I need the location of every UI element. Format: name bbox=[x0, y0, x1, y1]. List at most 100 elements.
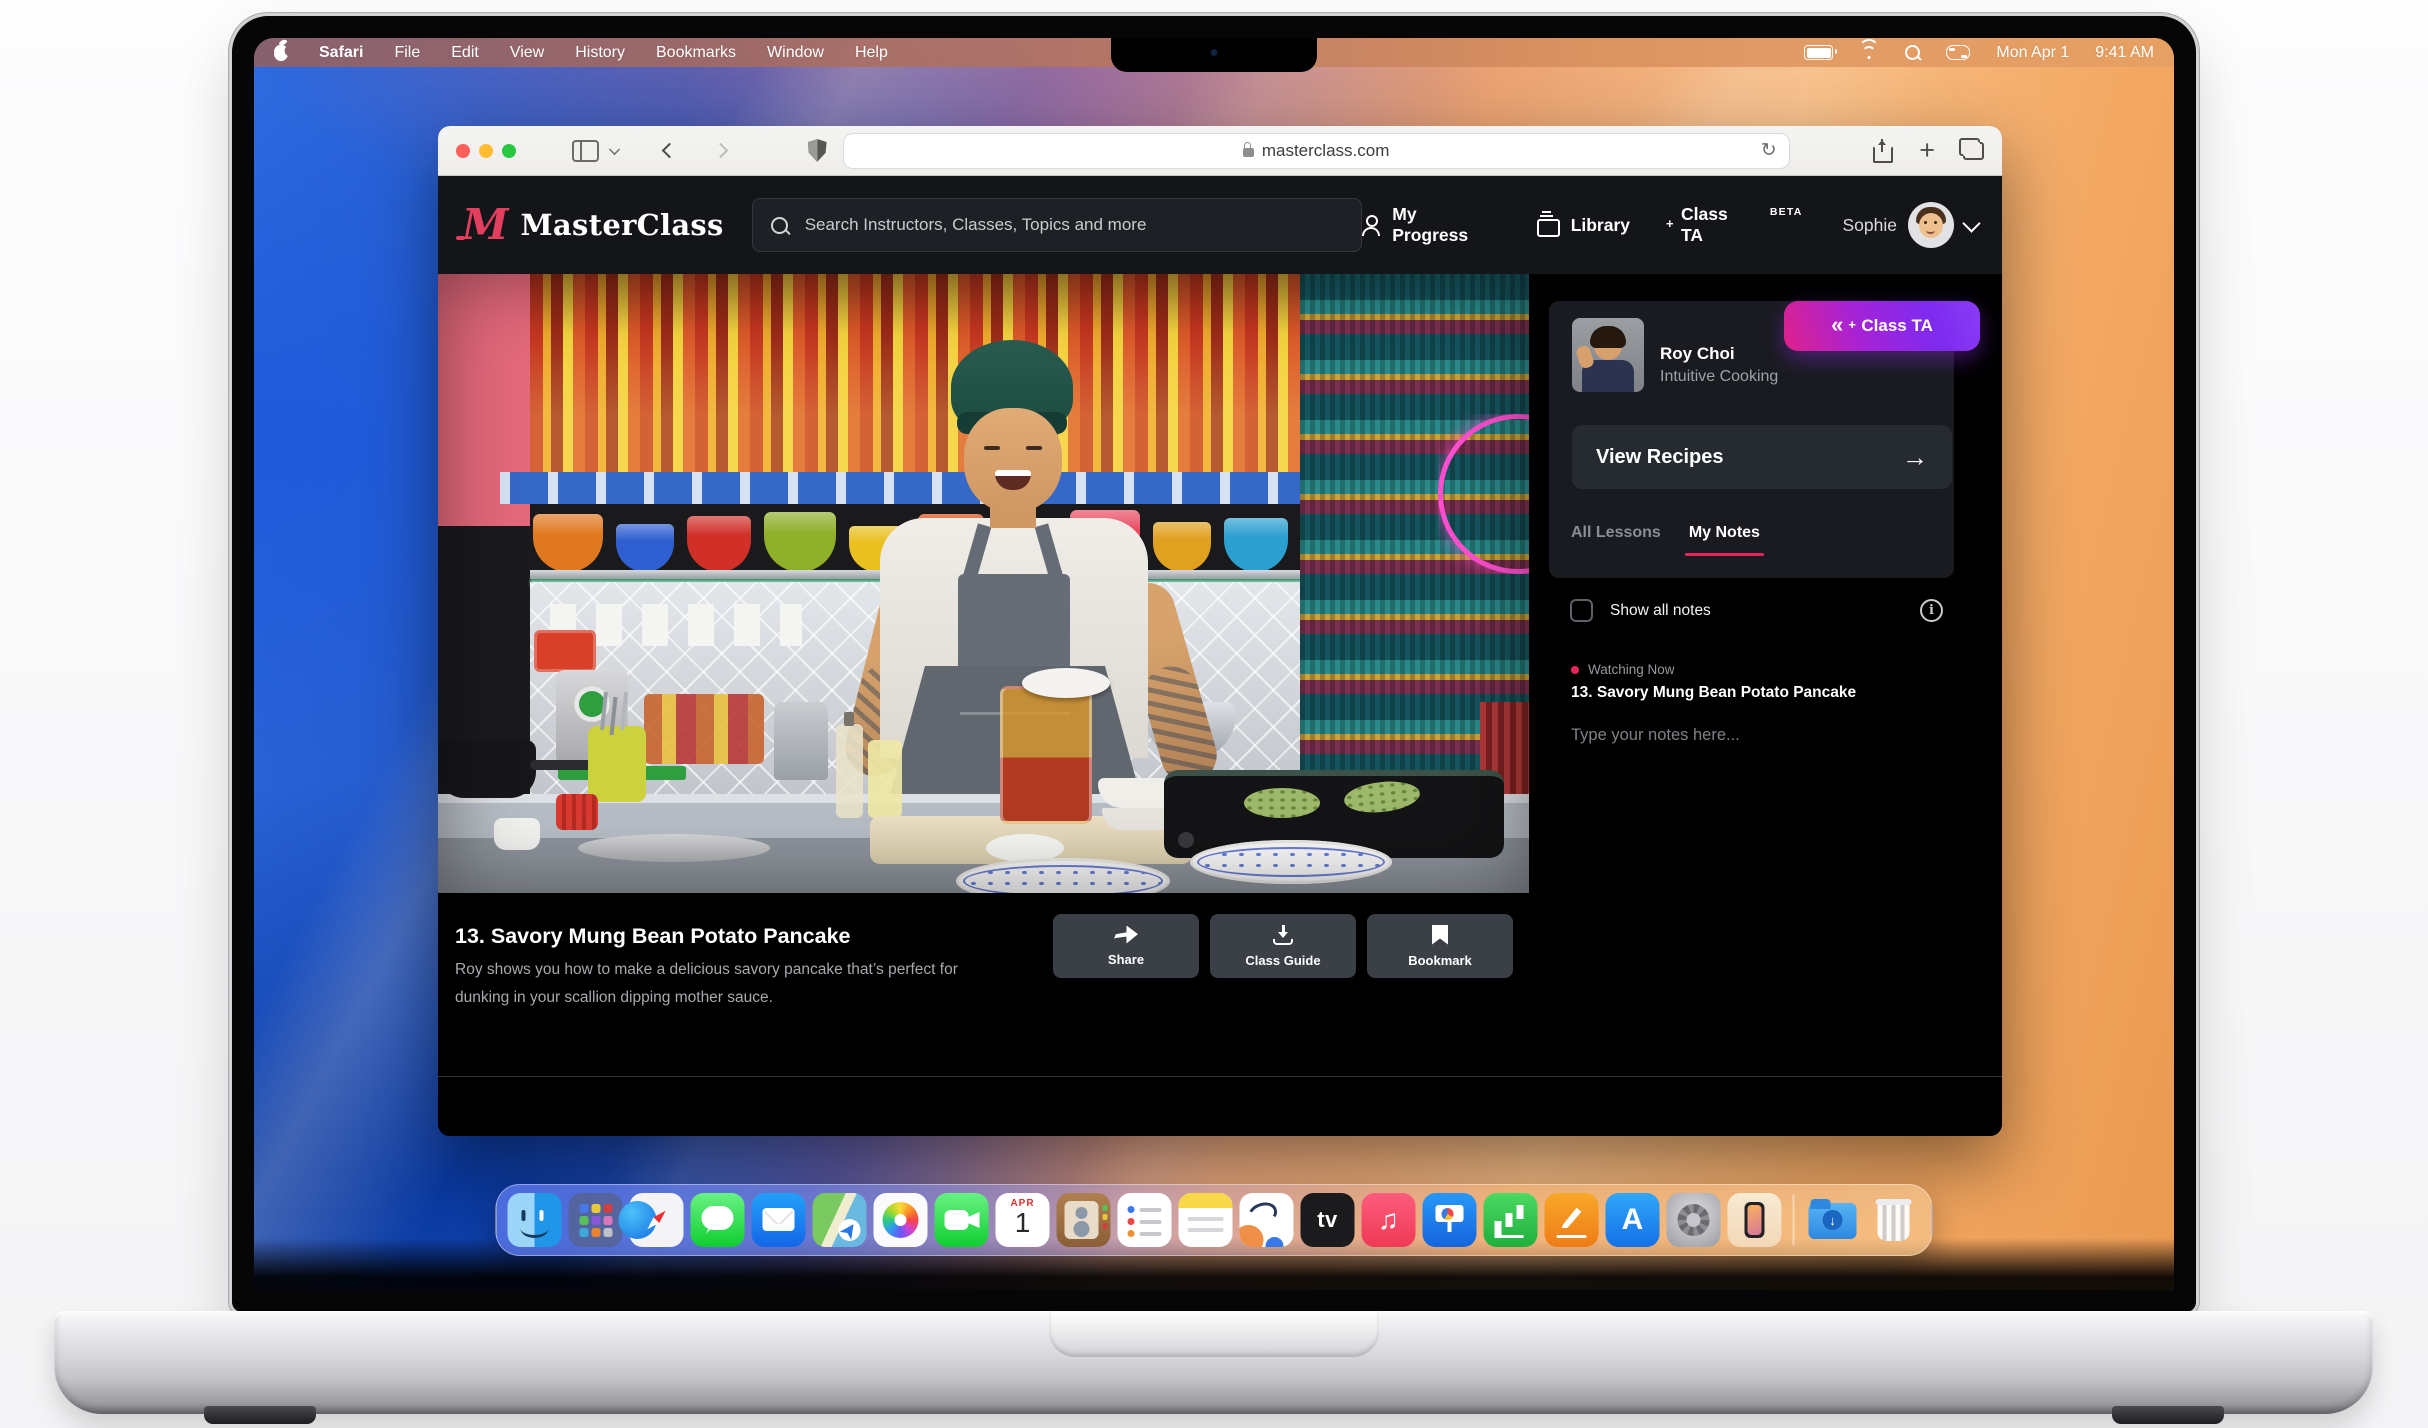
menu-app-safari[interactable]: Safari bbox=[319, 44, 363, 62]
masterclass-header: MasterClass My Progress Library bbox=[438, 176, 2002, 274]
nav-class-ta[interactable]: Class TA BETA bbox=[1670, 204, 1802, 246]
avatar[interactable] bbox=[1908, 202, 1954, 248]
dock-maps-icon[interactable] bbox=[813, 1193, 867, 1247]
menu-help[interactable]: Help bbox=[855, 44, 888, 62]
nav-my-progress[interactable]: My Progress bbox=[1362, 204, 1496, 246]
nav-library[interactable]: Library bbox=[1537, 213, 1630, 237]
lesson-description: Roy shows you how to make a delicious sa… bbox=[455, 956, 1015, 1012]
dock-pages-icon[interactable] bbox=[1545, 1193, 1599, 1247]
view-recipes-button[interactable]: View Recipes bbox=[1572, 425, 1952, 489]
tab-all-lessons[interactable]: All Lessons bbox=[1571, 524, 1661, 542]
dock-keynote-icon[interactable] bbox=[1423, 1193, 1477, 1247]
dock-iphone-mirroring-icon[interactable] bbox=[1728, 1193, 1782, 1247]
menu-bookmarks[interactable]: Bookmarks bbox=[656, 44, 736, 62]
search-input[interactable] bbox=[803, 214, 1344, 236]
dock-settings-icon[interactable] bbox=[1667, 1193, 1721, 1247]
info-icon[interactable] bbox=[1920, 599, 1943, 622]
collapse-icon bbox=[1831, 314, 1843, 336]
dock-safari-icon[interactable] bbox=[630, 1193, 684, 1247]
tab-overview-icon[interactable] bbox=[1963, 142, 1984, 160]
dock-messages-icon[interactable] bbox=[691, 1193, 745, 1247]
macbook-foot bbox=[2112, 1406, 2224, 1424]
close-window-button[interactable] bbox=[456, 144, 470, 158]
menu-file[interactable]: File bbox=[394, 44, 420, 62]
dock-photos-icon[interactable] bbox=[874, 1193, 928, 1247]
minimize-window-button[interactable] bbox=[479, 144, 493, 158]
dock-reminders-icon[interactable] bbox=[1118, 1193, 1172, 1247]
share-icon[interactable] bbox=[1871, 138, 1893, 164]
battery-icon[interactable] bbox=[1804, 45, 1833, 60]
address-bar[interactable]: masterclass.com bbox=[843, 133, 1790, 169]
dock-freeform-icon[interactable] bbox=[1240, 1193, 1294, 1247]
wifi-icon[interactable] bbox=[1859, 45, 1879, 60]
masterclass-nav: My Progress Library Class TA BETA So bbox=[1362, 202, 1978, 248]
sidebar-toggle-icon[interactable] bbox=[572, 140, 599, 162]
macos-desktop: Safari File Edit View History Bookmarks … bbox=[254, 38, 2174, 1290]
dock-appletv-icon[interactable]: tv bbox=[1301, 1193, 1355, 1247]
section-divider bbox=[438, 1076, 2002, 1077]
nav-account[interactable]: Sophie bbox=[1843, 202, 1979, 248]
dock-trash-icon[interactable] bbox=[1867, 1193, 1921, 1247]
masterclass-content: Roy Choi Intuitive Cooking Class TA View… bbox=[438, 274, 2002, 1136]
privacy-shield-icon[interactable] bbox=[808, 139, 827, 162]
macos-dock: APR 1 tv bbox=[496, 1184, 1933, 1256]
dock-contacts-icon[interactable] bbox=[1057, 1193, 1111, 1247]
tab-my-notes[interactable]: My Notes bbox=[1689, 524, 1760, 542]
username-label: Sophie bbox=[1843, 215, 1898, 236]
dock-finder-icon[interactable] bbox=[508, 1193, 562, 1247]
site-search[interactable] bbox=[752, 198, 1363, 252]
panel-tabs: All Lessons My Notes bbox=[1571, 524, 1760, 542]
menubar-date[interactable]: Mon Apr 1 bbox=[1996, 44, 2069, 62]
class-ta-button[interactable]: Class TA bbox=[1784, 301, 1980, 351]
show-all-notes-checkbox[interactable] bbox=[1570, 599, 1593, 622]
macbook-base bbox=[54, 1311, 2373, 1414]
dock-numbers-icon[interactable] bbox=[1484, 1193, 1538, 1247]
dock-calendar-icon[interactable]: APR 1 bbox=[996, 1193, 1050, 1247]
dock-separator bbox=[1793, 1194, 1795, 1246]
class-ta-label: Class TA bbox=[1681, 204, 1754, 246]
menu-view[interactable]: View bbox=[510, 44, 544, 62]
dock-mail-icon[interactable] bbox=[752, 1193, 806, 1247]
new-tab-icon[interactable] bbox=[1919, 137, 1935, 164]
zoom-window-button[interactable] bbox=[502, 144, 516, 158]
dock-facetime-icon[interactable] bbox=[935, 1193, 989, 1247]
class-guide-button[interactable]: Class Guide bbox=[1210, 914, 1356, 978]
apple-menu-icon[interactable] bbox=[274, 45, 288, 61]
library-label: Library bbox=[1571, 215, 1630, 236]
my-progress-label: My Progress bbox=[1392, 204, 1496, 246]
dock-appstore-icon[interactable] bbox=[1606, 1193, 1660, 1247]
watching-now: Watching Now bbox=[1571, 662, 1675, 677]
video-player[interactable] bbox=[438, 274, 1529, 893]
dock-downloads-icon[interactable] bbox=[1806, 1193, 1860, 1247]
spotlight-search-icon[interactable] bbox=[1905, 45, 1920, 60]
menubar-time[interactable]: 9:41 AM bbox=[2095, 44, 2154, 62]
menu-window[interactable]: Window bbox=[767, 44, 824, 62]
dock-launchpad-icon[interactable] bbox=[569, 1193, 623, 1247]
chevron-down-icon bbox=[1962, 214, 1980, 232]
reload-icon[interactable] bbox=[1761, 141, 1777, 160]
bookmark-button[interactable]: Bookmark bbox=[1367, 914, 1513, 978]
sidebar-chevron-icon[interactable] bbox=[609, 144, 620, 155]
course-name: Intuitive Cooking bbox=[1660, 368, 1778, 386]
menu-history[interactable]: History bbox=[575, 44, 625, 62]
download-icon bbox=[1271, 925, 1295, 945]
class-guide-label: Class Guide bbox=[1245, 953, 1320, 968]
search-icon bbox=[771, 217, 788, 234]
show-all-notes-row: Show all notes bbox=[1570, 599, 1711, 622]
notes-input[interactable]: Type your notes here... bbox=[1571, 726, 1740, 745]
dock-notes-icon[interactable] bbox=[1179, 1193, 1233, 1247]
share-button[interactable]: Share bbox=[1053, 914, 1199, 978]
dock-music-icon[interactable] bbox=[1362, 1193, 1416, 1247]
view-recipes-label: View Recipes bbox=[1596, 446, 1723, 469]
control-center-icon[interactable] bbox=[1946, 45, 1970, 60]
class-ta-button-label: Class TA bbox=[1861, 316, 1933, 336]
menu-edit[interactable]: Edit bbox=[451, 44, 479, 62]
masterclass-logo[interactable]: MasterClass bbox=[462, 206, 724, 244]
instructor-thumbnail bbox=[1572, 318, 1644, 392]
arrow-right-icon bbox=[1902, 444, 1928, 470]
back-button[interactable] bbox=[662, 143, 678, 159]
forward-button[interactable] bbox=[713, 143, 729, 159]
lesson-title: 13. Savory Mung Bean Potato Pancake bbox=[455, 924, 851, 949]
menubar-menus: Safari File Edit View History Bookmarks … bbox=[274, 44, 888, 62]
lid-lift-notch bbox=[1049, 1311, 1379, 1357]
